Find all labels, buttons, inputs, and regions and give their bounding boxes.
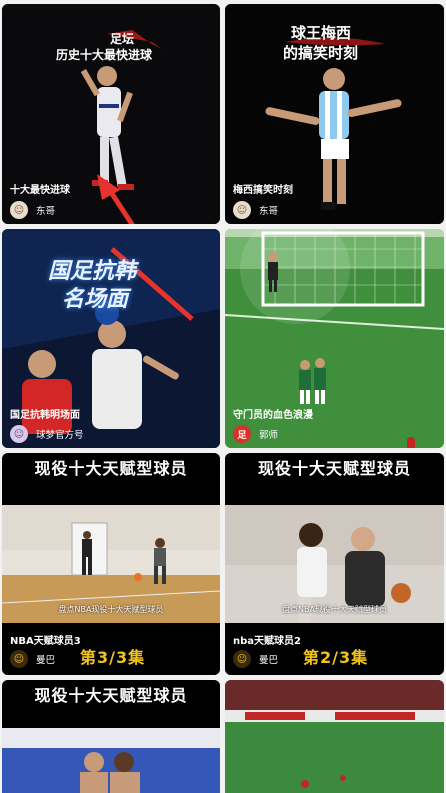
avatar: ☺ — [10, 425, 28, 443]
avatar: ☺ — [233, 201, 251, 219]
avatar: ☺ — [10, 650, 28, 668]
video-thumbnail — [225, 680, 444, 793]
episode-badge: 第2/3集 — [303, 648, 369, 667]
overlay-title-line2: 历史十大最快进球 — [56, 48, 153, 62]
author-row[interactable]: ☺ 曼巴 — [10, 650, 55, 668]
video-card[interactable]: 现役十大天赋型球员 盘点NBA现役十大天赋型球员 NBA天赋球员3 ☺ 曼巴 第… — [2, 453, 220, 675]
author-name: 曼巴 — [259, 655, 279, 666]
author-name: 球梦官方号 — [36, 430, 84, 441]
video-title[interactable]: NBA天赋球员3 — [10, 632, 81, 647]
subtitle-caption: 盘点NBA现役十大天赋型球员 — [58, 605, 164, 614]
author-row[interactable]: ☺ 东哥 — [10, 201, 55, 219]
video-card[interactable] — [225, 680, 444, 793]
author-name: 东哥 — [259, 206, 279, 217]
author-row[interactable]: ☺ 球梦官方号 — [10, 425, 84, 443]
video-card[interactable]: 现役十大天赋型球员 — [2, 680, 220, 793]
author-name: 曼巴 — [36, 655, 56, 666]
avatar: ☺ — [233, 650, 251, 668]
author-name: 郭师 — [259, 430, 279, 441]
author-row[interactable]: 足 郭师 — [233, 425, 278, 443]
video-card[interactable]: 球王梅西 的搞笑时刻 梅西搞笑时刻 ☺ 东哥 — [225, 4, 444, 224]
video-title[interactable]: nba天赋球员2 — [233, 632, 301, 647]
banner-text: 现役十大天赋型球员 — [34, 459, 188, 478]
overlay-title-line2: 名场面 — [62, 287, 129, 312]
video-title[interactable]: 梅西搞笑时刻 — [233, 181, 293, 196]
author-row[interactable]: ☺ 东哥 — [233, 201, 278, 219]
video-card[interactable]: 现役十大天赋型球员 盘点NBA现役十大天赋型球员 nba天赋球员2 ☺ 曼巴 第… — [225, 453, 444, 675]
subtitle-caption: 盘点NBA现役十大天赋型球员 — [282, 605, 387, 614]
overlay-title-line1: 球王梅西 — [291, 24, 352, 42]
overlay-title-line2: 的搞笑时刻 — [283, 44, 359, 62]
video-card[interactable]: 足坛 历史十大最快进球 十大最快进球 ☺ 东哥 — [2, 4, 220, 224]
video-card[interactable]: 守门员的血色浪漫 足 郭师 — [225, 229, 444, 448]
banner-text: 现役十大天赋型球员 — [257, 459, 411, 478]
video-title[interactable]: 守门员的血色浪漫 — [233, 406, 313, 421]
video-title[interactable]: 国足抗韩明场面 — [10, 406, 80, 421]
banner-text: 现役十大天赋型球员 — [34, 686, 188, 705]
avatar: 足 — [233, 425, 251, 443]
avatar: ☺ — [10, 201, 28, 219]
video-title[interactable]: 十大最快进球 — [10, 181, 70, 196]
overlay-title-line1: 足坛 — [110, 32, 135, 46]
episode-badge: 第3/3集 — [80, 648, 146, 667]
author-name: 东哥 — [36, 206, 56, 217]
video-card[interactable]: 国足抗韩 名场面 国足抗韩明场面 ☺ 球梦官方号 — [2, 229, 220, 448]
author-row[interactable]: ☺ 曼巴 — [233, 650, 278, 668]
